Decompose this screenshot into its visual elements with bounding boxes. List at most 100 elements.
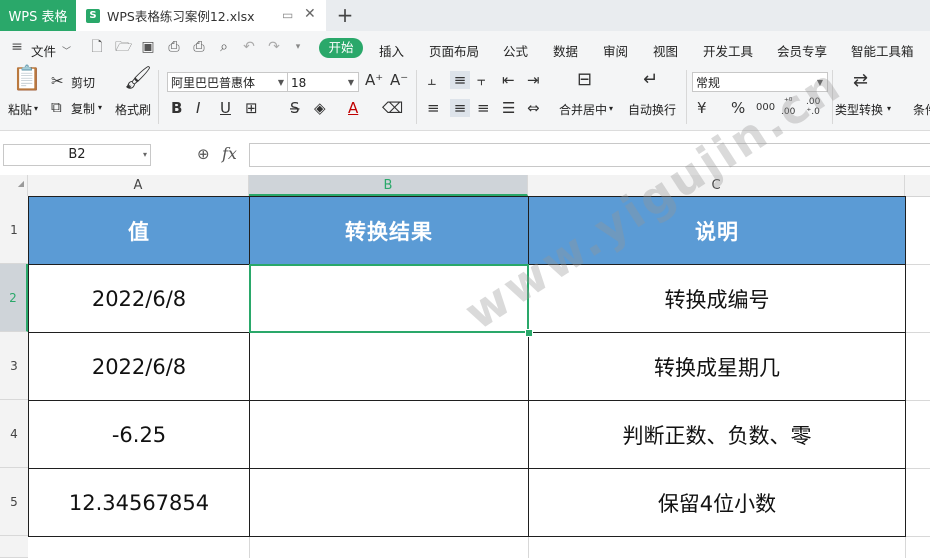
- function-icon[interactable]: fx: [222, 144, 237, 163]
- row-header-1[interactable]: 1: [0, 196, 28, 264]
- new-file-icon[interactable]: 🗋: [89, 39, 105, 55]
- cell-b5[interactable]: [249, 468, 529, 537]
- copy-icon: ⧉: [51, 98, 62, 116]
- cell-c5[interactable]: 保留4位小数: [528, 468, 906, 537]
- bold-icon[interactable]: B: [171, 99, 182, 117]
- name-box[interactable]: B2 ▾: [3, 144, 151, 166]
- chevron-down-icon[interactable]: ▾: [98, 103, 102, 112]
- tab-review[interactable]: 审阅: [603, 41, 628, 60]
- corner-triangle-icon: ◢: [17, 179, 24, 188]
- file-menu[interactable]: 文件: [31, 41, 56, 60]
- tab-smart-toolbox[interactable]: 智能工具箱: [851, 41, 914, 60]
- column-header-a[interactable]: A: [28, 175, 249, 196]
- chevron-down-icon: ▼: [347, 78, 354, 87]
- justify-icon[interactable]: ☰: [502, 99, 515, 117]
- italic-icon[interactable]: I: [196, 99, 200, 117]
- format-painter-button[interactable]: 格式刷: [115, 101, 151, 118]
- tab-developer[interactable]: 开发工具: [703, 41, 753, 60]
- tab-insert[interactable]: 插入: [379, 41, 404, 60]
- align-top-icon[interactable]: ⫠: [427, 71, 436, 89]
- increase-font-icon[interactable]: A⁺: [365, 71, 383, 89]
- document-tab[interactable]: S WPS表格练习案例12.xlsx ▭ ✕: [76, 0, 326, 31]
- cell-c4[interactable]: 判断正数、负数、零: [528, 400, 906, 469]
- menu-bar: ≡ 文件 ﹀ 🗋 🗁 ▣ ⎙ ⎙ ⌕ ↶ ↷ ▾ 开始 插入 页面布局 公式 数…: [0, 31, 930, 64]
- cell-b4[interactable]: [249, 400, 529, 469]
- fill-color-icon[interactable]: ◈: [314, 99, 326, 117]
- formula-input[interactable]: [249, 143, 930, 167]
- align-middle-icon[interactable]: ≡: [450, 71, 470, 89]
- open-folder-icon[interactable]: 🗁: [115, 39, 132, 55]
- gridline: [906, 332, 930, 333]
- tab-view[interactable]: 视图: [653, 41, 678, 60]
- align-left-icon[interactable]: ≡: [427, 99, 440, 117]
- tab-data[interactable]: 数据: [553, 41, 578, 60]
- chevron-down-icon[interactable]: ﹀: [62, 44, 71, 57]
- strikethrough-icon[interactable]: S̶: [290, 99, 300, 117]
- row-header-3[interactable]: 3: [0, 332, 28, 400]
- decrease-font-icon[interactable]: A⁻: [390, 71, 408, 89]
- increase-indent-icon[interactable]: ⇥: [527, 71, 540, 89]
- cell-a2[interactable]: 2022/6/8: [28, 264, 250, 333]
- font-size-select[interactable]: 18 ▼: [287, 72, 359, 92]
- copy-button[interactable]: 复制: [71, 100, 95, 117]
- new-tab-button[interactable]: +: [334, 2, 356, 28]
- cell-a4[interactable]: -6.25: [28, 400, 250, 469]
- chevron-down-icon[interactable]: ▾: [34, 104, 38, 113]
- row-header-4[interactable]: 4: [0, 400, 28, 468]
- wrap-text-button[interactable]: 自动换行: [628, 101, 676, 118]
- select-all-corner[interactable]: ◢: [0, 175, 28, 196]
- header-cell-value[interactable]: 值: [28, 196, 250, 265]
- number-format-value: 常规: [696, 76, 721, 90]
- print-icon[interactable]: ⎙: [191, 39, 207, 55]
- row-header-5[interactable]: 5: [0, 468, 28, 536]
- hamburger-menu-icon[interactable]: ≡: [9, 39, 25, 55]
- paste-button[interactable]: 粘贴: [8, 101, 32, 118]
- underline-icon[interactable]: U: [220, 99, 231, 117]
- cell-c3[interactable]: 转换成星期几: [528, 332, 906, 401]
- chevron-down-icon: ▼: [277, 78, 284, 87]
- header-cell-result[interactable]: 转换结果: [249, 196, 529, 265]
- tab-start[interactable]: 开始: [319, 38, 363, 58]
- paste-icon[interactable]: 📋: [12, 66, 42, 90]
- gridline: [905, 537, 906, 558]
- row-header-2[interactable]: 2: [0, 264, 28, 332]
- chevron-down-icon[interactable]: ▾: [609, 104, 613, 113]
- align-bottom-icon[interactable]: ⫟: [477, 71, 486, 89]
- border-icon[interactable]: ⊞: [245, 99, 258, 117]
- cell-a3[interactable]: 2022/6/8: [28, 332, 250, 401]
- decrease-indent-icon[interactable]: ⇤: [502, 71, 515, 89]
- window-restore-icon[interactable]: ▭: [282, 8, 293, 22]
- app-home-tab[interactable]: WPS 表格: [0, 0, 76, 31]
- chevron-down-icon[interactable]: ▾: [887, 104, 891, 113]
- column-header-b[interactable]: B: [249, 175, 528, 196]
- tab-formulas[interactable]: 公式: [503, 41, 528, 60]
- gridline: [906, 536, 930, 537]
- chevron-down-icon[interactable]: ▾: [143, 145, 147, 165]
- clear-format-icon[interactable]: ⌫: [382, 99, 403, 117]
- font-color-icon[interactable]: A: [348, 99, 358, 117]
- currency-icon[interactable]: ¥: [697, 99, 707, 117]
- print-preview-icon[interactable]: ⌕: [216, 39, 232, 55]
- align-right-icon[interactable]: ≡: [477, 99, 490, 117]
- merge-center-button[interactable]: 合并居中: [559, 101, 607, 118]
- cut-button[interactable]: 剪切: [71, 74, 95, 91]
- distributed-icon[interactable]: ⇔: [527, 99, 540, 117]
- align-center-icon[interactable]: ≡: [450, 99, 470, 117]
- font-name-value: 阿里巴巴普惠体: [171, 76, 256, 90]
- merge-center-icon: ⊟: [577, 69, 593, 90]
- zoom-search-icon[interactable]: ⊕: [197, 145, 210, 163]
- chevron-down-icon[interactable]: ▾: [290, 39, 306, 55]
- close-tab-icon[interactable]: ✕: [304, 6, 316, 22]
- save-icon[interactable]: ▣: [140, 39, 156, 55]
- undo-icon[interactable]: ↶: [241, 39, 257, 55]
- tab-page-layout[interactable]: 页面布局: [429, 41, 479, 60]
- font-name-select[interactable]: 阿里巴巴普惠体 ▼: [167, 72, 289, 92]
- column-headers: ◢ A B C: [0, 175, 930, 197]
- row-header-6[interactable]: [0, 536, 28, 558]
- export-pdf-icon[interactable]: ⎙: [166, 39, 182, 55]
- fill-handle[interactable]: [525, 329, 533, 337]
- conditional-format-button[interactable]: 条件: [913, 101, 930, 118]
- redo-icon[interactable]: ↷: [266, 39, 282, 55]
- cell-a5[interactable]: 12.34567854: [28, 468, 250, 537]
- cell-b3[interactable]: [249, 332, 529, 401]
